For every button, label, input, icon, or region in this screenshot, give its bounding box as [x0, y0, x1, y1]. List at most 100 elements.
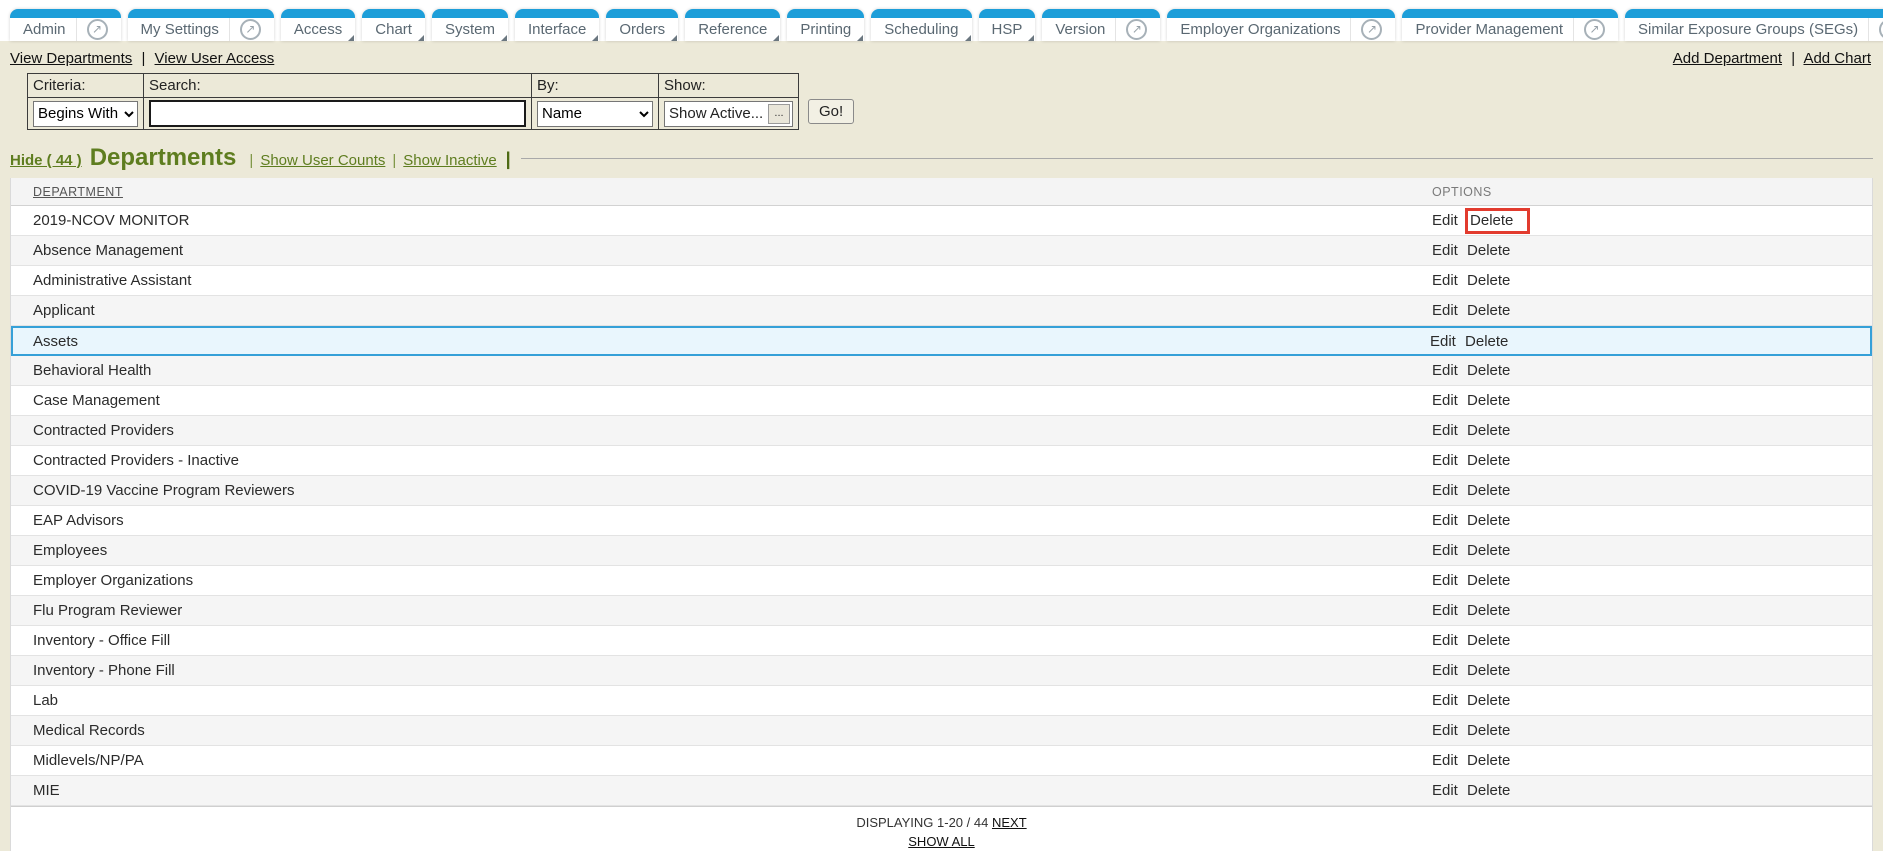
nav-tab[interactable]: Access	[280, 9, 356, 41]
table-row[interactable]: Behavioral Health Edit Delete	[11, 356, 1872, 386]
delete-link[interactable]: Delete	[1467, 362, 1510, 379]
table-row[interactable]: Employees Edit Delete	[11, 536, 1872, 566]
delete-link[interactable]: Delete	[1467, 782, 1510, 799]
search-input[interactable]	[149, 100, 526, 127]
nav-tab[interactable]: My Settings ↗	[127, 9, 274, 41]
nav-tab[interactable]: Version ↗	[1042, 9, 1161, 41]
edit-link[interactable]: Edit	[1432, 362, 1458, 379]
open-new-window-button[interactable]: ↗	[75, 18, 108, 41]
view-user-access-link[interactable]: View User Access	[155, 50, 275, 67]
delete-link[interactable]: Delete	[1467, 752, 1510, 769]
open-new-window-button[interactable]: ↗	[228, 18, 261, 41]
edit-link[interactable]: Edit	[1432, 572, 1458, 589]
delete-link[interactable]: Delete	[1467, 602, 1510, 619]
delete-link[interactable]: Delete	[1467, 422, 1510, 439]
department-name: Inventory - Office Fill	[33, 632, 171, 649]
table-row[interactable]: 2019-NCOV MONITOR Edit Delete	[11, 206, 1872, 236]
show-filter-more-button[interactable]: ...	[768, 103, 790, 124]
hide-count-link[interactable]: Hide ( 44 )	[10, 152, 82, 169]
edit-link[interactable]: Edit	[1432, 782, 1458, 799]
nav-tab[interactable]: Provider Management ↗	[1402, 9, 1619, 41]
table-row[interactable]: Flu Program Reviewer Edit Delete	[11, 596, 1872, 626]
delete-link[interactable]: Delete	[1467, 692, 1510, 709]
table-row[interactable]: COVID-19 Vaccine Program Reviewers Edit …	[11, 476, 1872, 506]
edit-link[interactable]: Edit	[1430, 333, 1456, 350]
table-row[interactable]: EAP Advisors Edit Delete	[11, 506, 1872, 536]
nav-tab[interactable]: Interface	[514, 9, 600, 41]
view-departments-link[interactable]: View Departments	[10, 50, 132, 67]
edit-link[interactable]: Edit	[1432, 482, 1458, 499]
delete-link[interactable]: Delete	[1467, 242, 1510, 259]
table-row[interactable]: Administrative Assistant Edit Delete	[11, 266, 1872, 296]
edit-link[interactable]: Edit	[1432, 422, 1458, 439]
table-row[interactable]: Contracted Providers Edit Delete	[11, 416, 1872, 446]
delete-link[interactable]: Delete	[1467, 542, 1510, 559]
show-inactive-link[interactable]: Show Inactive	[403, 152, 496, 169]
edit-link[interactable]: Edit	[1432, 542, 1458, 559]
table-row[interactable]: Lab Edit Delete	[11, 686, 1872, 716]
tab-label: Chart	[375, 21, 412, 38]
show-all-link[interactable]: SHOW ALL	[908, 834, 974, 849]
nav-tab[interactable]: Scheduling	[871, 9, 972, 41]
edit-link[interactable]: Edit	[1432, 752, 1458, 769]
edit-link[interactable]: Edit	[1432, 302, 1458, 319]
edit-link[interactable]: Edit	[1432, 272, 1458, 289]
edit-link[interactable]: Edit	[1432, 602, 1458, 619]
delete-link[interactable]: Delete	[1467, 572, 1510, 589]
table-row[interactable]: Employer Organizations Edit Delete	[11, 566, 1872, 596]
edit-link[interactable]: Edit	[1432, 632, 1458, 649]
table-row[interactable]: Applicant Edit Delete	[11, 296, 1872, 326]
table-row[interactable]: Case Management Edit Delete	[11, 386, 1872, 416]
show-user-counts-link[interactable]: Show User Counts	[260, 152, 385, 169]
edit-link[interactable]: Edit	[1432, 722, 1458, 739]
nav-tab[interactable]: Admin ↗	[10, 9, 121, 41]
table-row[interactable]: Midlevels/NP/PA Edit Delete	[11, 746, 1872, 776]
delete-link[interactable]: Delete	[1467, 452, 1510, 469]
delete-link[interactable]: Delete	[1467, 302, 1510, 319]
open-new-window-button[interactable]: ↗	[1868, 18, 1883, 41]
show-filter-field[interactable]: Show Active... ...	[664, 100, 793, 127]
edit-link[interactable]: Edit	[1432, 512, 1458, 529]
table-row[interactable]: MIE Edit Delete	[11, 776, 1872, 806]
nav-tab[interactable]: Chart	[362, 9, 425, 41]
edit-link[interactable]: Edit	[1432, 392, 1458, 409]
nav-tab[interactable]: Reference	[685, 9, 781, 41]
delete-link[interactable]: Delete	[1465, 333, 1508, 350]
add-department-link[interactable]: Add Department	[1673, 50, 1782, 67]
go-button[interactable]: Go!	[808, 99, 855, 124]
table-row[interactable]: Contracted Providers - Inactive Edit Del…	[11, 446, 1872, 476]
edit-link[interactable]: Edit	[1432, 212, 1458, 229]
nav-tab[interactable]: Printing	[787, 9, 865, 41]
edit-link[interactable]: Edit	[1432, 452, 1458, 469]
delete-link[interactable]: Delete	[1467, 272, 1510, 289]
table-row[interactable]: Inventory - Phone Fill Edit Delete	[11, 656, 1872, 686]
tab-label: Reference	[698, 21, 768, 38]
edit-link[interactable]: Edit	[1432, 242, 1458, 259]
delete-link[interactable]: Delete	[1467, 632, 1510, 649]
delete-link[interactable]: Delete	[1467, 512, 1510, 529]
add-chart-link[interactable]: Add Chart	[1803, 50, 1871, 67]
table-row[interactable]: Inventory - Office Fill Edit Delete	[11, 626, 1872, 656]
delete-link[interactable]: Delete	[1467, 722, 1510, 739]
delete-link[interactable]: Delete	[1465, 207, 1531, 234]
department-sort-link[interactable]: DEPARTMENT	[33, 185, 123, 199]
nav-tab[interactable]: System	[431, 9, 508, 41]
open-new-window-button[interactable]: ↗	[1573, 18, 1606, 41]
edit-link[interactable]: Edit	[1432, 692, 1458, 709]
delete-link[interactable]: Delete	[1467, 662, 1510, 679]
next-page-link[interactable]: NEXT	[992, 815, 1027, 830]
edit-link[interactable]: Edit	[1432, 662, 1458, 679]
by-select[interactable]: Name	[537, 100, 653, 127]
delete-link[interactable]: Delete	[1467, 482, 1510, 499]
open-new-window-button[interactable]: ↗	[1350, 18, 1383, 41]
nav-tab[interactable]: Orders	[606, 9, 679, 41]
table-row[interactable]: Assets Edit Delete	[11, 326, 1872, 356]
delete-link[interactable]: Delete	[1467, 392, 1510, 409]
criteria-select[interactable]: Begins With	[33, 100, 138, 127]
nav-tab[interactable]: HSP	[978, 9, 1036, 41]
open-new-window-button[interactable]: ↗	[1115, 18, 1148, 41]
table-row[interactable]: Absence Management Edit Delete	[11, 236, 1872, 266]
nav-tab[interactable]: Similar Exposure Groups (SEGs) ↗	[1625, 9, 1883, 41]
table-row[interactable]: Medical Records Edit Delete	[11, 716, 1872, 746]
nav-tab[interactable]: Employer Organizations ↗	[1167, 9, 1396, 41]
